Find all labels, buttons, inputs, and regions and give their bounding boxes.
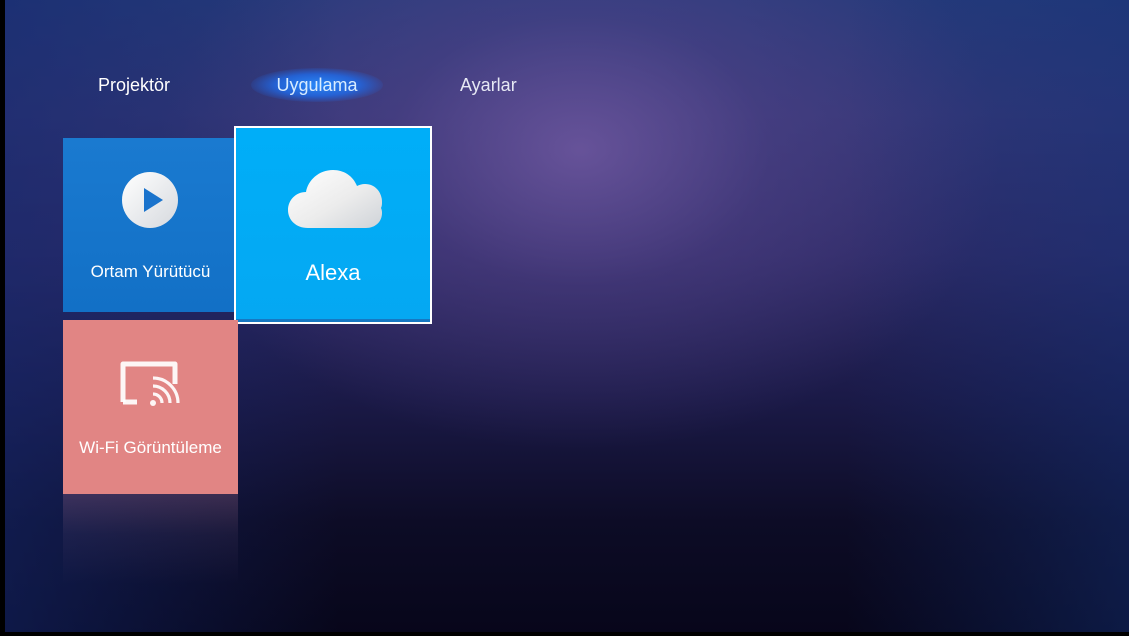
tile-wifi-display[interactable]: Wi-Fi Görüntüleme xyxy=(63,320,238,494)
tab-uygulama[interactable]: Uygulama xyxy=(247,68,387,102)
tab-uygulama-label: Uygulama xyxy=(276,75,358,95)
tile-media-player[interactable]: Ortam Yürütücü xyxy=(63,138,238,312)
tab-projektor-label: Projektör xyxy=(98,75,171,95)
screen-border-left xyxy=(0,0,5,636)
cast-icon xyxy=(120,361,180,406)
tab-ayarlar[interactable]: Ayarlar xyxy=(460,72,540,98)
play-icon xyxy=(122,172,178,228)
tile-media-player-label: Ortam Yürütücü xyxy=(90,262,211,281)
tab-ayarlar-label: Ayarlar xyxy=(460,75,517,95)
launcher-screen: Projektör Uygulama Ayarlar Ortam Yürütüc… xyxy=(0,0,1129,636)
tab-projektor[interactable]: Projektör xyxy=(98,72,188,98)
tile-alexa[interactable]: Alexa xyxy=(234,126,432,324)
tile-wifi-display-label: Wi-Fi Görüntüleme xyxy=(79,438,222,457)
screen-border-bottom xyxy=(0,632,1129,636)
cloud-icon xyxy=(288,170,382,228)
tile-alexa-label: Alexa xyxy=(305,260,361,285)
tile-reflection xyxy=(63,494,238,584)
tile-alexa-bottom-bar xyxy=(236,319,430,322)
